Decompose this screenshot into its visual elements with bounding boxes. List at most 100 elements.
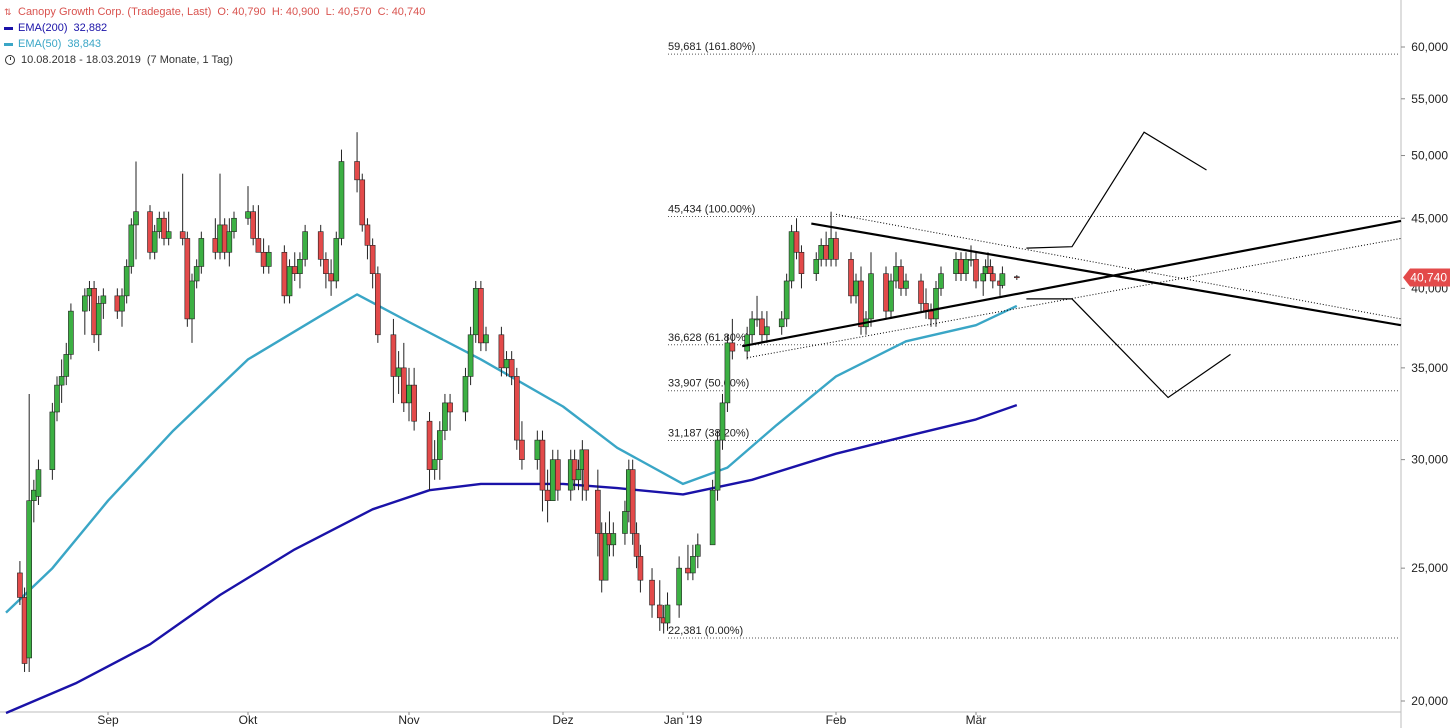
candle-up	[297, 252, 303, 289]
candle-up	[100, 288, 107, 319]
candle-body	[539, 439, 546, 491]
candle-up	[198, 231, 205, 274]
candle-up	[128, 218, 135, 274]
candle-body	[883, 273, 889, 312]
candle-down	[354, 132, 360, 193]
candle-body	[987, 266, 994, 274]
candle-down	[184, 231, 191, 327]
ema200-legend[interactable]: EMA(200) 32,882	[4, 20, 425, 36]
candle-up	[302, 224, 308, 267]
current-price-label: 40,740	[1410, 270, 1447, 284]
candle-down	[114, 288, 121, 319]
chart-header: ⇅ Canopy Growth Corp. (Tradegate, Last) …	[4, 4, 425, 68]
candle-up	[86, 280, 93, 312]
candle-body	[401, 367, 407, 404]
candle-body	[63, 354, 70, 377]
candle-body	[764, 326, 770, 336]
candle-body	[128, 224, 135, 267]
candle-body	[338, 161, 345, 239]
axes: 20,00025,00030,00035,00040,00045,00050,0…	[97, 40, 1450, 727]
y-tick-label: 60,000	[1411, 40, 1448, 54]
candle-body	[778, 318, 785, 328]
candle-body	[783, 280, 790, 320]
candle-down	[555, 449, 561, 501]
candle-body	[828, 238, 834, 260]
candle-body	[719, 402, 726, 441]
candle-body	[690, 556, 696, 574]
x-tick-label: Dez	[552, 713, 573, 727]
channel-dotted-line	[747, 237, 1402, 359]
candle-body	[999, 273, 1006, 286]
candle-body	[462, 376, 469, 413]
candle-up	[58, 359, 65, 403]
candle-body	[21, 597, 28, 664]
candle-body	[963, 259, 969, 274]
candle-down	[958, 252, 964, 281]
candle-down	[260, 238, 267, 274]
candle-up	[828, 211, 834, 267]
candle-body	[833, 238, 839, 260]
candle-body	[123, 266, 130, 297]
ema50-value: 38,843	[67, 38, 102, 50]
candle-body	[91, 288, 97, 336]
candle-down	[390, 318, 397, 403]
candle-down	[161, 211, 167, 246]
price-chart[interactable]: 59,681 (161.80%) 45,434 (100.00%) 36,628 (…	[0, 0, 1452, 728]
candle-up	[778, 311, 785, 335]
candle-up	[549, 449, 556, 501]
candle-body	[853, 280, 859, 297]
candle-up	[189, 273, 195, 343]
candle-body	[888, 280, 894, 312]
candle-body	[629, 469, 636, 534]
candle-body	[868, 273, 874, 320]
candle-body	[95, 303, 102, 336]
candle-up	[54, 376, 60, 422]
candle-body	[483, 334, 489, 344]
candle-down	[513, 367, 520, 450]
ema50-legend[interactable]: EMA(50) 38,843	[4, 36, 425, 52]
candle-up	[749, 311, 755, 343]
candle-body	[958, 259, 964, 274]
candle-up	[695, 533, 701, 569]
candle-body	[953, 259, 959, 274]
candle-body	[323, 259, 329, 274]
candle-body	[664, 604, 671, 624]
candle-body	[656, 604, 663, 619]
candle-body	[583, 449, 590, 491]
candle-up	[783, 273, 790, 327]
candle-body	[217, 224, 223, 253]
y-tick-label: 20,000	[1411, 694, 1448, 708]
candle-body	[478, 288, 484, 344]
candle-down	[544, 469, 551, 523]
candle-body	[161, 217, 167, 239]
candle-down	[478, 280, 484, 352]
candle-down	[883, 266, 889, 319]
candle-down	[323, 252, 329, 289]
candle-down	[426, 411, 433, 491]
candle-body	[119, 295, 125, 312]
candle-up	[156, 211, 163, 239]
candle-up	[724, 334, 731, 412]
candle-body	[226, 231, 233, 253]
candle-up	[217, 173, 223, 260]
candle-up	[893, 252, 899, 289]
candle-body	[575, 469, 582, 481]
candle-up	[968, 245, 974, 267]
candle-body	[265, 251, 272, 267]
candle-body	[189, 280, 195, 320]
candle-down	[411, 367, 417, 431]
candle-body	[221, 224, 228, 253]
candle-body	[980, 273, 987, 282]
ema50-label: EMA(50)	[18, 38, 62, 50]
candle-body	[302, 231, 308, 260]
candle-body	[54, 384, 60, 413]
candle-down	[918, 273, 924, 312]
period-label: (7 Monate, 1 Tag)	[146, 54, 233, 66]
candle-body	[297, 259, 303, 274]
x-tick-label: Feb	[826, 713, 847, 727]
candle-body	[58, 376, 65, 386]
candle-body	[503, 359, 510, 369]
candle-body	[676, 567, 682, 606]
candle-down	[221, 218, 228, 260]
x-tick-label: Jan '19	[664, 713, 703, 727]
